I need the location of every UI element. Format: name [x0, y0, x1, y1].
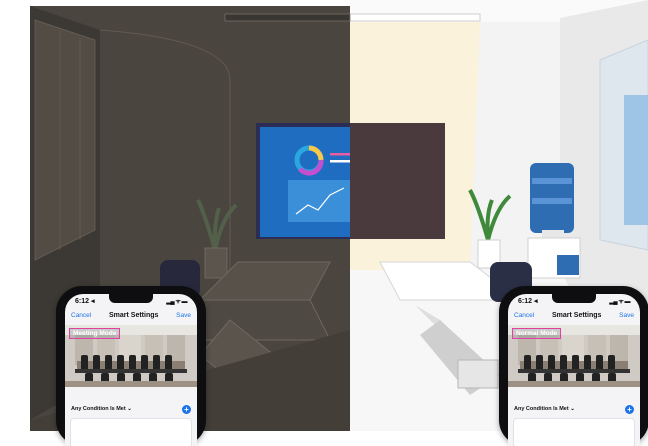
cancel-button[interactable]: Cancel	[71, 312, 91, 319]
nav-bar: Cancel Smart Settings Save	[508, 308, 640, 322]
cancel-button[interactable]: Cancel	[514, 312, 534, 319]
mode-label[interactable]: Meeting Mode	[69, 328, 121, 339]
condition-card[interactable]	[513, 418, 635, 446]
condition-selector[interactable]: Any Condition Is Met ⌄ +	[508, 403, 640, 415]
phone-notch	[109, 294, 153, 303]
save-button[interactable]: Save	[176, 312, 191, 319]
condition-label: Any Condition Is Met ⌄	[514, 406, 575, 412]
chevron-down-icon: ⌄	[127, 406, 132, 412]
water-cooler-icon	[527, 163, 581, 279]
page-title: Smart Settings	[552, 311, 602, 319]
chevron-down-icon: ⌄	[570, 406, 575, 412]
line-chart-icon	[288, 180, 350, 222]
phone-mockup-right: 6:12 ◂ ▂▄ ᯤ ▬ Cancel Smart Settings Save	[499, 286, 648, 446]
condition-label: Any Condition Is Met ⌄	[71, 406, 132, 412]
phone-screen-left: 6:12 ◂ ▂▄ ᯤ ▬ Cancel Smart Settings Save	[65, 294, 197, 446]
condition-selector[interactable]: Any Condition Is Met ⌄ +	[65, 403, 197, 415]
phone-notch	[552, 294, 596, 303]
add-condition-button[interactable]: +	[625, 404, 634, 414]
page-title: Smart Settings	[109, 311, 159, 319]
room-photo: Normal Mode	[508, 325, 640, 387]
nav-bar: Cancel Smart Settings Save	[65, 308, 197, 322]
save-button[interactable]: Save	[619, 312, 634, 319]
status-icons: ▂▄ ᯤ ▬	[166, 299, 187, 305]
phone-mockup-left: 6:12 ◂ ▂▄ ᯤ ▬ Cancel Smart Settings Save	[56, 286, 206, 446]
status-time: 6:12 ◂	[518, 298, 538, 305]
add-condition-button[interactable]: +	[182, 404, 191, 414]
mode-label[interactable]: Normal Mode	[512, 328, 562, 339]
status-icons: ▂▄ ᯤ ▬	[609, 299, 630, 305]
room-photo: Meeting Mode	[65, 325, 197, 387]
status-time: 6:12 ◂	[75, 298, 95, 305]
phone-screen-right: 6:12 ◂ ▂▄ ᯤ ▬ Cancel Smart Settings Save	[508, 294, 640, 446]
condition-card[interactable]	[70, 418, 192, 446]
